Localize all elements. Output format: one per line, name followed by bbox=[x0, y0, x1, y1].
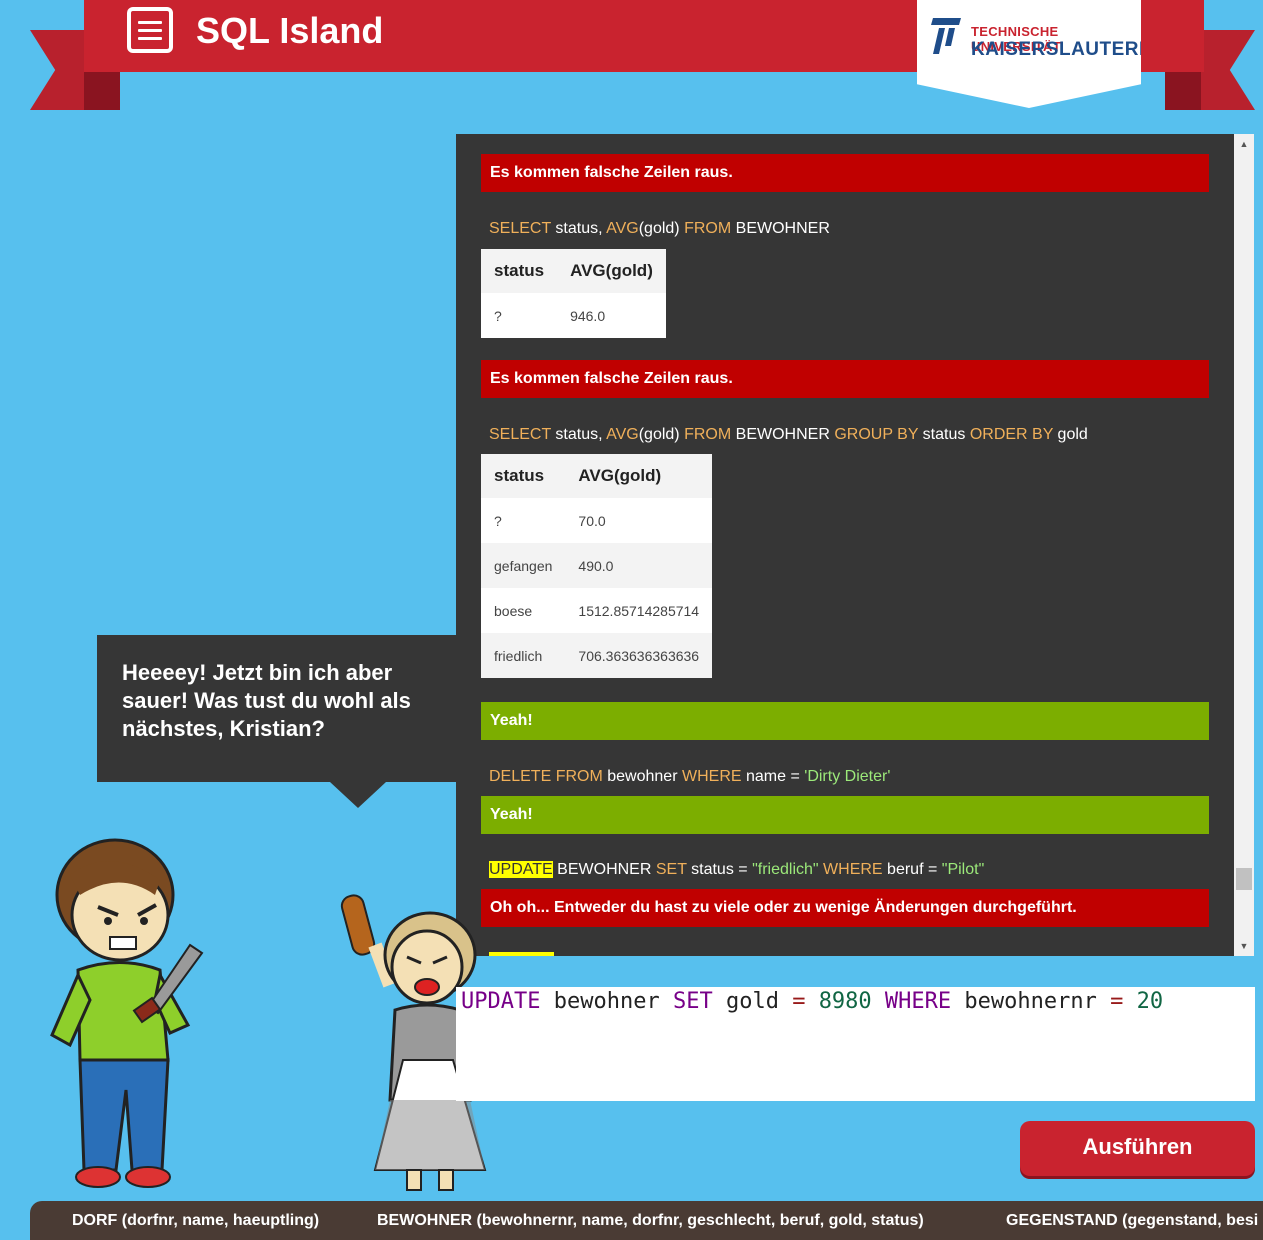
table-row: boese 1512.85714285714 bbox=[494, 602, 700, 619]
table-row: friedlich 706.363636363636 bbox=[481, 633, 713, 678]
query-line: SELECT status, AVG(gold) FROM BEWOHNER G… bbox=[489, 426, 1088, 443]
table-row: ? 70.0 bbox=[494, 512, 606, 529]
query-line: UPDATE BEWOHNER SET status = "friedlich"… bbox=[489, 861, 985, 878]
ribbon-fold-left bbox=[84, 70, 120, 110]
table-row: ? 946.0 bbox=[494, 307, 606, 324]
result-table: status AVG(gold) ? 70.0 gefangen 490.0 boes… bbox=[481, 454, 713, 678]
sql-editor[interactable]: UPDATE bewohner SET gold = 8980 WHERE be… bbox=[456, 987, 1255, 1101]
log-scrollbar[interactable]: ▲ ▼ bbox=[1234, 134, 1254, 956]
query-line: DELETE FROM bewohner WHERE name = 'Dirty… bbox=[489, 768, 891, 785]
university-mark-icon bbox=[931, 18, 961, 54]
schema-bar: DORF (dorfnr, name, haeuptling) BEWOHNER… bbox=[30, 1201, 1263, 1240]
menu-icon[interactable] bbox=[127, 7, 173, 53]
error-message: Es kommen falsche Zeilen raus. bbox=[481, 154, 1209, 192]
speech-bubble-tail bbox=[330, 782, 386, 808]
university-name-line2: KAISERSLAUTERN bbox=[971, 39, 1154, 60]
university-logo[interactable]: TECHNISCHE UNIVERSITÄT KAISERSLAUTERN bbox=[917, 0, 1141, 108]
result-table: status AVG(gold) ? 946.0 bbox=[481, 249, 666, 338]
speech-bubble: Heeeey! Jetzt bin ich aber sauer! Was tu… bbox=[97, 635, 456, 782]
success-message: Yeah! bbox=[481, 702, 1209, 740]
angry-boy-character bbox=[50, 838, 204, 1188]
error-message: Es kommen falsche Zeilen raus. bbox=[481, 360, 1209, 398]
scroll-up-icon[interactable]: ▲ bbox=[1234, 134, 1254, 154]
query-line: SELECT status, AVG(gold) FROM BEWOHNER bbox=[489, 220, 830, 237]
scroll-down-icon[interactable]: ▼ bbox=[1234, 936, 1254, 956]
schema-table-bewohner[interactable]: BEWOHNER (bewohnernr, name, dorfnr, gesc… bbox=[377, 1212, 924, 1230]
scroll-thumb[interactable] bbox=[1236, 868, 1252, 890]
error-message: Oh oh... Entweder du hast zu viele oder … bbox=[481, 889, 1209, 927]
schema-table-gegenstand[interactable]: GEGENSTAND (gegenstand, besi bbox=[1006, 1212, 1258, 1230]
result-log[interactable]: Es kommen falsche Zeilen raus. SELECT st… bbox=[456, 134, 1254, 956]
run-button[interactable]: Ausführen bbox=[1020, 1121, 1255, 1176]
success-message: Yeah! bbox=[481, 796, 1209, 834]
app-title: SQL Island bbox=[196, 10, 384, 51]
ribbon-fold-right bbox=[1165, 70, 1201, 110]
schema-table-dorf[interactable]: DORF (dorfnr, name, haeuptling) bbox=[72, 1212, 319, 1230]
table-row: gefangen 490.0 bbox=[481, 543, 713, 588]
